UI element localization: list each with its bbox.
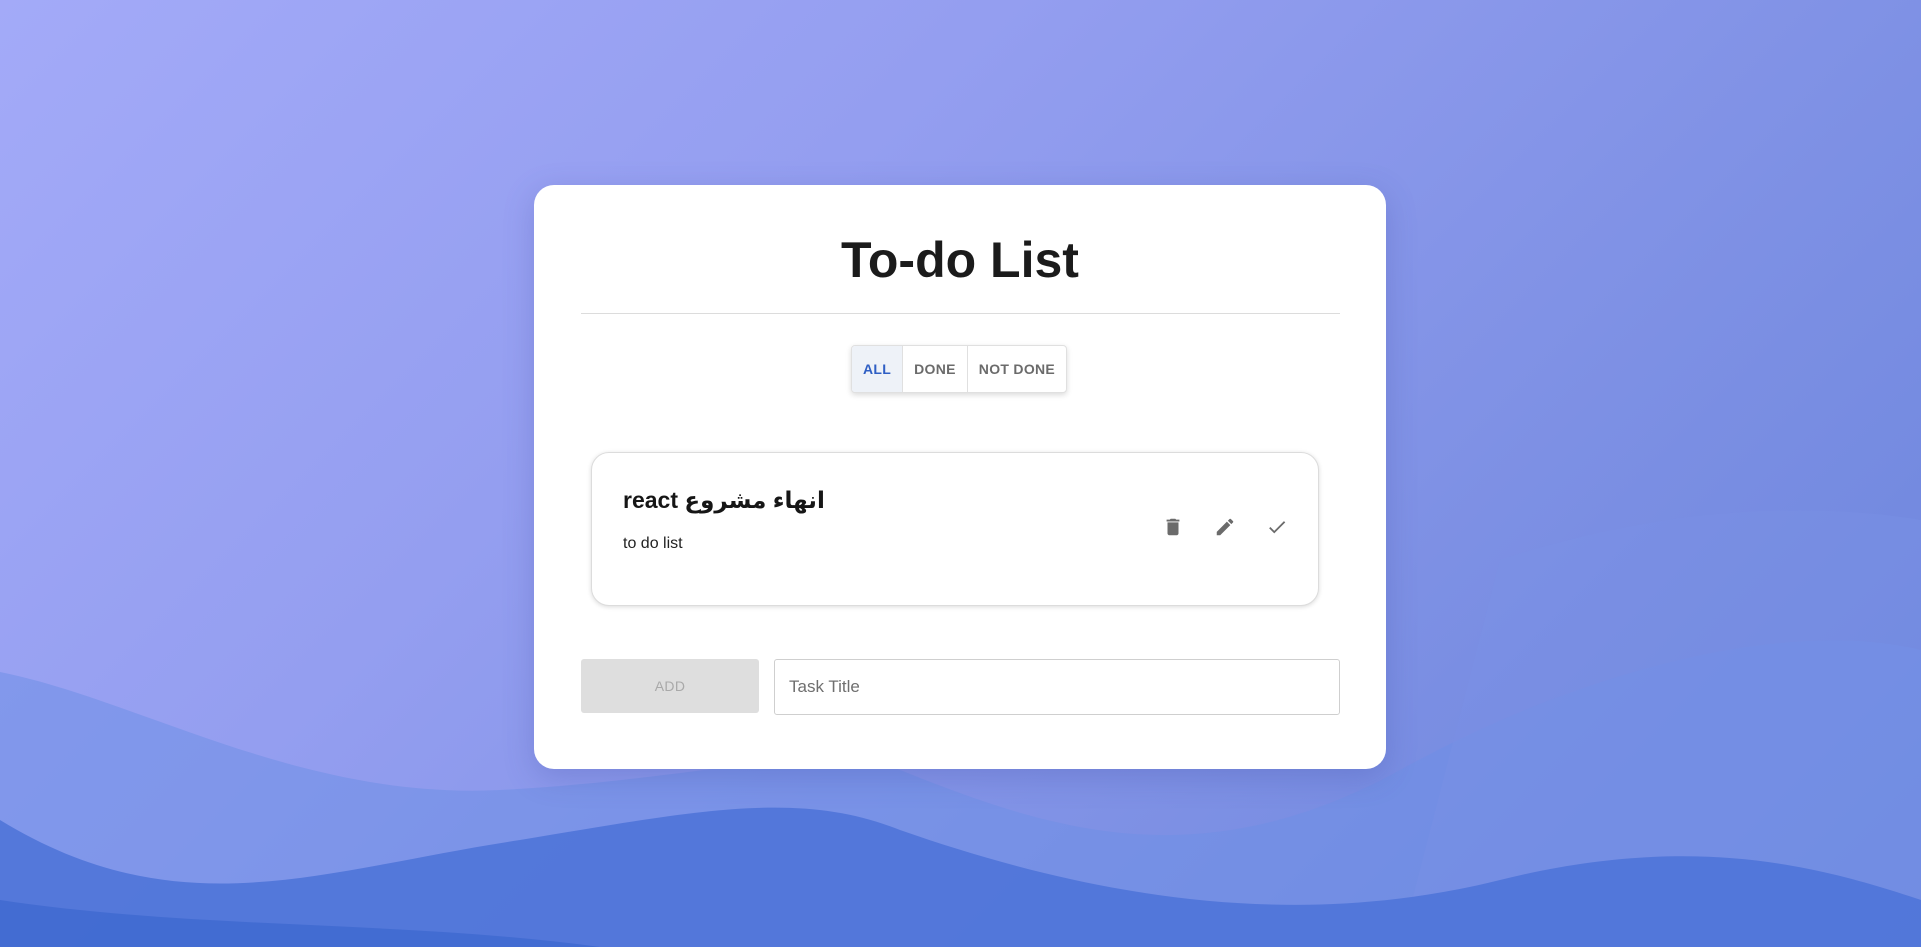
add-task-button[interactable]: ADD [581,659,759,713]
todo-card: To-do List ALL DONE NOT DONE react انهاء… [534,185,1386,769]
check-icon [1269,521,1286,534]
trash-icon [1166,518,1180,536]
task-title-input[interactable] [774,659,1340,715]
filter-done-button[interactable]: DONE [903,346,968,392]
pencil-icon [1216,518,1234,536]
filter-toggle-group: ALL DONE NOT DONE [851,345,1068,393]
page-title: To-do List [841,232,1079,288]
title-divider [581,313,1340,314]
task-title: react انهاء مشروع [623,487,825,513]
delete-task-button[interactable] [1157,511,1189,543]
edit-task-button[interactable] [1209,511,1241,543]
task-description: to do list [623,535,683,552]
complete-task-button[interactable] [1261,511,1293,543]
filter-all-button[interactable]: ALL [852,346,904,392]
filter-not-done-button[interactable]: NOT DONE [968,346,1066,392]
task-card: react انهاء مشروع to do list [591,452,1319,606]
task-actions [1157,511,1293,543]
